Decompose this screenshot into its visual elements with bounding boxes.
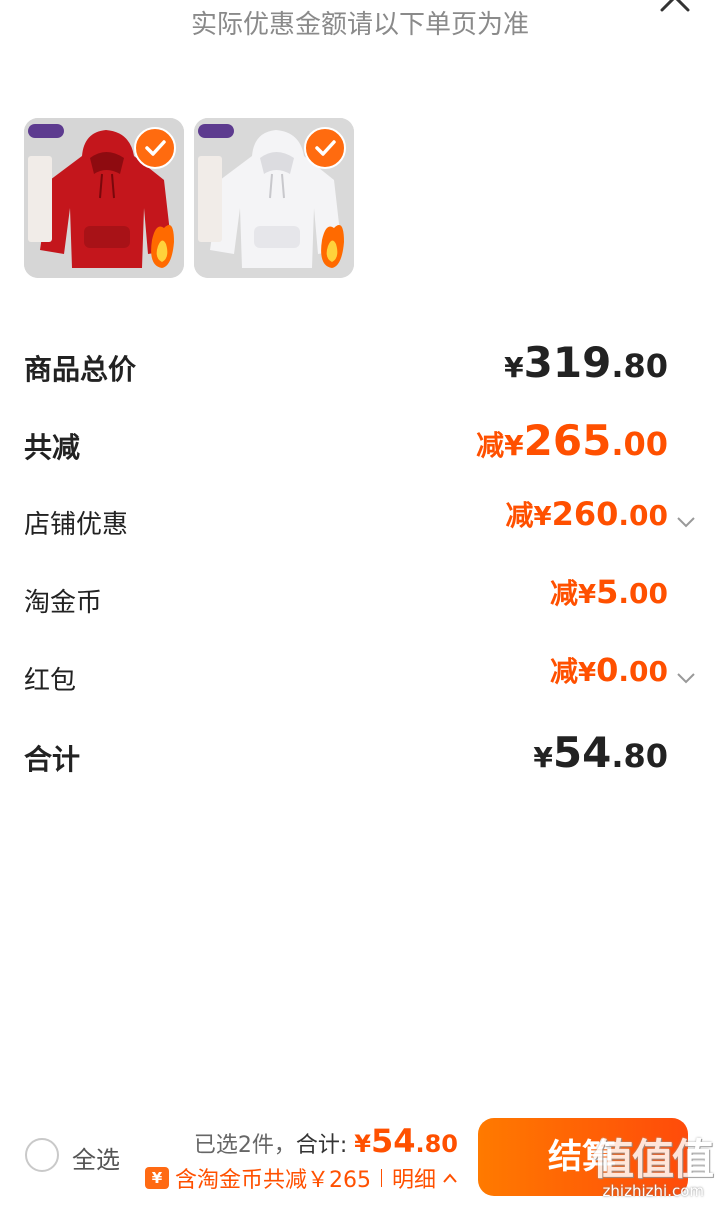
row-total-price: 商品总价 ¥319.80: [24, 330, 720, 408]
row-shop-discount[interactable]: 店铺优惠 减¥260.00: [24, 486, 720, 564]
row-taojinbi: 淘金币 减¥5.00: [24, 564, 720, 642]
grand-total-amount: ¥54.80: [533, 728, 668, 777]
coin-icon: ¥: [144, 1167, 169, 1189]
currency-symbol: ¥: [504, 351, 524, 384]
red-packet-amount: 减¥0.00: [550, 650, 668, 690]
amount-integer: 265: [523, 416, 612, 465]
discount-prefix: 减: [505, 499, 534, 532]
watermark-logo: 值值值: [591, 1135, 714, 1184]
select-all-radio[interactable]: [25, 1138, 59, 1172]
select-all-label[interactable]: 全选: [72, 1140, 120, 1175]
amount-decimal: .00: [618, 577, 668, 610]
check-icon[interactable]: [134, 127, 176, 169]
amount-decimal: .80: [415, 1130, 458, 1158]
close-icon[interactable]: [658, 0, 692, 14]
amount-integer: 319: [523, 338, 612, 387]
amount-decimal: .80: [611, 347, 668, 385]
price-breakdown: 商品总价 ¥319.80 共减 减¥265.00 店铺优惠 减¥260.00 淘…: [24, 330, 720, 798]
total-discount-label: 共减: [24, 431, 81, 464]
amount-integer: 54: [552, 728, 612, 777]
coin-discount-text: 含淘金币共减￥265: [174, 1168, 371, 1193]
watermark-url: zhizhizhi.com: [602, 1182, 704, 1200]
checkout-bar: 全选 已选2件，合计: ¥54.80 ¥ 含淘金币共减￥265 明细 结算 值值…: [0, 1100, 720, 1215]
chevron-down-icon[interactable]: [676, 516, 696, 528]
total-price-label: 商品总价: [24, 353, 137, 386]
brand-tag: [28, 124, 64, 138]
amount-decimal: .80: [611, 737, 668, 775]
discount-notice: 实际优惠金额请以下单页为准: [190, 10, 529, 40]
taojinbi-amount: 减¥5.00: [550, 572, 668, 612]
amount-integer: 5: [596, 573, 619, 611]
product-thumb-red[interactable]: [24, 118, 184, 278]
amount-decimal: .00: [618, 499, 668, 532]
amount-integer: 0: [596, 651, 619, 689]
total-label: 合计:: [295, 1133, 355, 1158]
feature-card: [198, 156, 222, 242]
total-discount-amount: 减¥265.00: [476, 416, 668, 465]
currency-symbol: ¥: [578, 658, 597, 688]
amount-decimal: .00: [611, 425, 668, 463]
grand-total-label: 合计: [24, 743, 81, 776]
red-packet-label: 红包: [24, 666, 77, 696]
currency-symbol: ¥: [578, 580, 597, 610]
check-icon[interactable]: [304, 127, 346, 169]
chevron-down-icon[interactable]: [676, 672, 696, 684]
selected-count: 已选2件，: [193, 1133, 296, 1158]
selection-summary: 已选2件，合计: ¥54.80: [194, 1122, 458, 1160]
row-total-discount: 共减 减¥265.00: [24, 408, 720, 486]
amount-decimal: .00: [618, 655, 668, 688]
row-grand-total: 合计 ¥54.80: [24, 720, 720, 798]
total-price-amount: ¥319.80: [504, 338, 668, 387]
row-red-packet[interactable]: 红包 减¥0.00: [24, 642, 720, 720]
amount-integer: 260: [551, 495, 619, 533]
divider: [380, 1169, 382, 1187]
currency-symbol: ¥: [533, 502, 552, 532]
discount-prefix: 减: [476, 429, 505, 462]
discount-prefix: 减: [550, 577, 579, 610]
discount-prefix: 减: [550, 655, 579, 688]
currency-symbol: ¥: [354, 1130, 371, 1158]
brand-tag: [198, 124, 234, 138]
bottom-total-amount: ¥54.80: [354, 1122, 458, 1160]
chevron-up-icon[interactable]: [442, 1173, 458, 1183]
product-thumb-white[interactable]: [194, 118, 354, 278]
coin-discount-line[interactable]: ¥ 含淘金币共减￥265 明细: [144, 1162, 458, 1194]
feature-card: [28, 156, 52, 242]
detail-link[interactable]: 明细: [392, 1162, 436, 1194]
currency-symbol: ¥: [504, 429, 524, 462]
taojinbi-label: 淘金币: [24, 588, 103, 618]
currency-symbol: ¥: [533, 741, 553, 774]
shop-discount-amount: 减¥260.00: [505, 494, 668, 534]
shop-discount-label: 店铺优惠: [24, 510, 129, 540]
amount-integer: 54: [370, 1122, 416, 1160]
product-thumbnails: [24, 118, 354, 278]
